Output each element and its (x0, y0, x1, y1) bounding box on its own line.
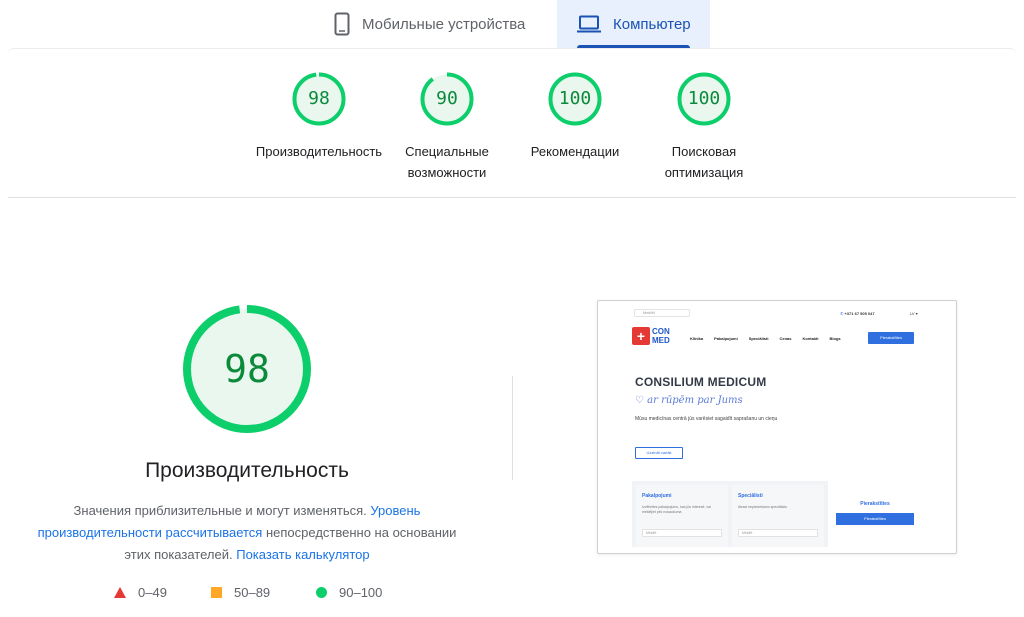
triangle-icon (114, 587, 126, 598)
performance-score: 98 (224, 347, 270, 391)
conmed-logo-icon (632, 327, 650, 345)
device-tabs: Мобильные устройства Компьютер (0, 0, 1024, 48)
gauge-best-practices: 100 (548, 72, 602, 126)
screenshot-nav-button: Pierakstīties (868, 332, 914, 344)
legend-fail-label: 0–49 (138, 585, 167, 600)
menu-item: Pakalpojumi (714, 336, 738, 341)
screenshot-hero-title: CONSILIUM MEDICUM (635, 375, 767, 389)
menu-item: Kontakti (802, 336, 819, 341)
card-title: Pierakstīties (860, 501, 890, 507)
performance-description: Значения приблизительные и могут изменят… (24, 500, 470, 566)
screenshot-nav: CON MED Klīnika Pakalpojumi Speciālisti Cen… (598, 323, 956, 357)
screenshot-phone-number: +371 67 505 047 (844, 311, 875, 316)
tab-desktop-label: Компьютер (613, 15, 691, 33)
legend-average: 50–89 (211, 585, 270, 600)
menu-item: Klīnika (690, 336, 704, 341)
score-value: 90 (436, 88, 458, 109)
score-value: 98 (308, 88, 330, 109)
score-value: 100 (558, 88, 592, 109)
page-screenshot: Meklēt ✆ +371 67 505 047 LV ▾ CON MED Kl… (597, 300, 957, 554)
tab-mobile[interactable]: Мобильные устройства (320, 0, 556, 48)
menu-item: Cenas (779, 336, 792, 341)
performance-gauge: 98 (181, 303, 313, 435)
card-title: Speciālisti (738, 493, 763, 499)
vertical-divider (512, 376, 513, 480)
card-text: Atrast nepieciešamo speciālistu (738, 505, 788, 509)
screenshot-card-services: Pakalpojumi Izvēlieties pakalpojumu, kas… (636, 485, 728, 547)
card-button: Pierakstīties (836, 513, 914, 525)
card-title: Pakalpojumi (642, 493, 672, 499)
logo-line-2: MED (652, 336, 670, 345)
card-input: Meklēt (642, 529, 722, 537)
conmed-logo-text: CON MED (652, 327, 682, 345)
score-value: 100 (687, 88, 721, 109)
show-calculator-link[interactable]: Показать калькулятор (236, 547, 369, 562)
menu-item: Speciālisti (748, 336, 769, 341)
gauge-performance: 98 (292, 72, 346, 126)
screenshot-search: Meklēt (634, 309, 690, 317)
score-label: Рекомендации (530, 144, 620, 159)
square-icon (211, 587, 222, 598)
card-input: Meklēt (738, 529, 818, 537)
screenshot-language: LV ▾ (910, 311, 918, 316)
screenshot-cards: Pakalpojumi Izvēlieties pakalpojumu, kas… (632, 481, 922, 547)
laptop-icon (577, 15, 601, 33)
gauge-accessibility: 90 (420, 72, 474, 126)
screenshot-hero-script: ♡ ar rūpēm par Jums (635, 395, 743, 406)
legend-pass-label: 90–100 (339, 585, 383, 600)
section-divider (8, 197, 1016, 198)
tab-mobile-label: Мобильные устройства (362, 15, 526, 33)
screenshot-card-specialists: Speciālisti Atrast nepieciešamo speciāli… (732, 485, 824, 547)
screenshot-hero-text: Mūsu medicīnas centrā jūs varēsiet sagai… (635, 416, 778, 422)
score-seo[interactable]: 100 Поисковая оптимизация (629, 72, 779, 183)
score-legend: 0–49 50–89 90–100 (110, 585, 410, 603)
screenshot-topbar: Meklēt ✆ +371 67 505 047 LV ▾ (598, 301, 956, 323)
tab-desktop[interactable]: Компьютер (557, 0, 710, 48)
score-best-practices[interactable]: 100 Рекомендации (500, 72, 650, 162)
screenshot-card-signup: Pierakstīties Pierakstīties (828, 481, 922, 547)
mobile-phone-icon (334, 12, 350, 36)
legend-fail: 0–49 (114, 585, 167, 600)
card-text: Izvēlieties pakalpojumu, kas jūs interes… (642, 505, 711, 514)
screenshot-hero-button: Uzzināt vairāk (635, 447, 683, 459)
legend-average-label: 50–89 (234, 585, 271, 600)
screenshot-menu: Klīnika Pakalpojumi Speciālisti Cenas Kontak… (690, 336, 852, 341)
circle-icon (316, 587, 327, 598)
score-label: Поисковая оптимизация (664, 144, 744, 180)
logo-line-1: CON (652, 327, 670, 336)
performance-title: Производительность (145, 459, 349, 482)
menu-item: Blogs (829, 336, 841, 341)
screenshot-phone: ✆ +371 67 505 047 (840, 311, 875, 316)
gauge-seo: 100 (677, 72, 731, 126)
legend-pass: 90–100 (316, 585, 382, 600)
desc-text-1: Значения приблизительные и могут изменят… (73, 503, 367, 518)
